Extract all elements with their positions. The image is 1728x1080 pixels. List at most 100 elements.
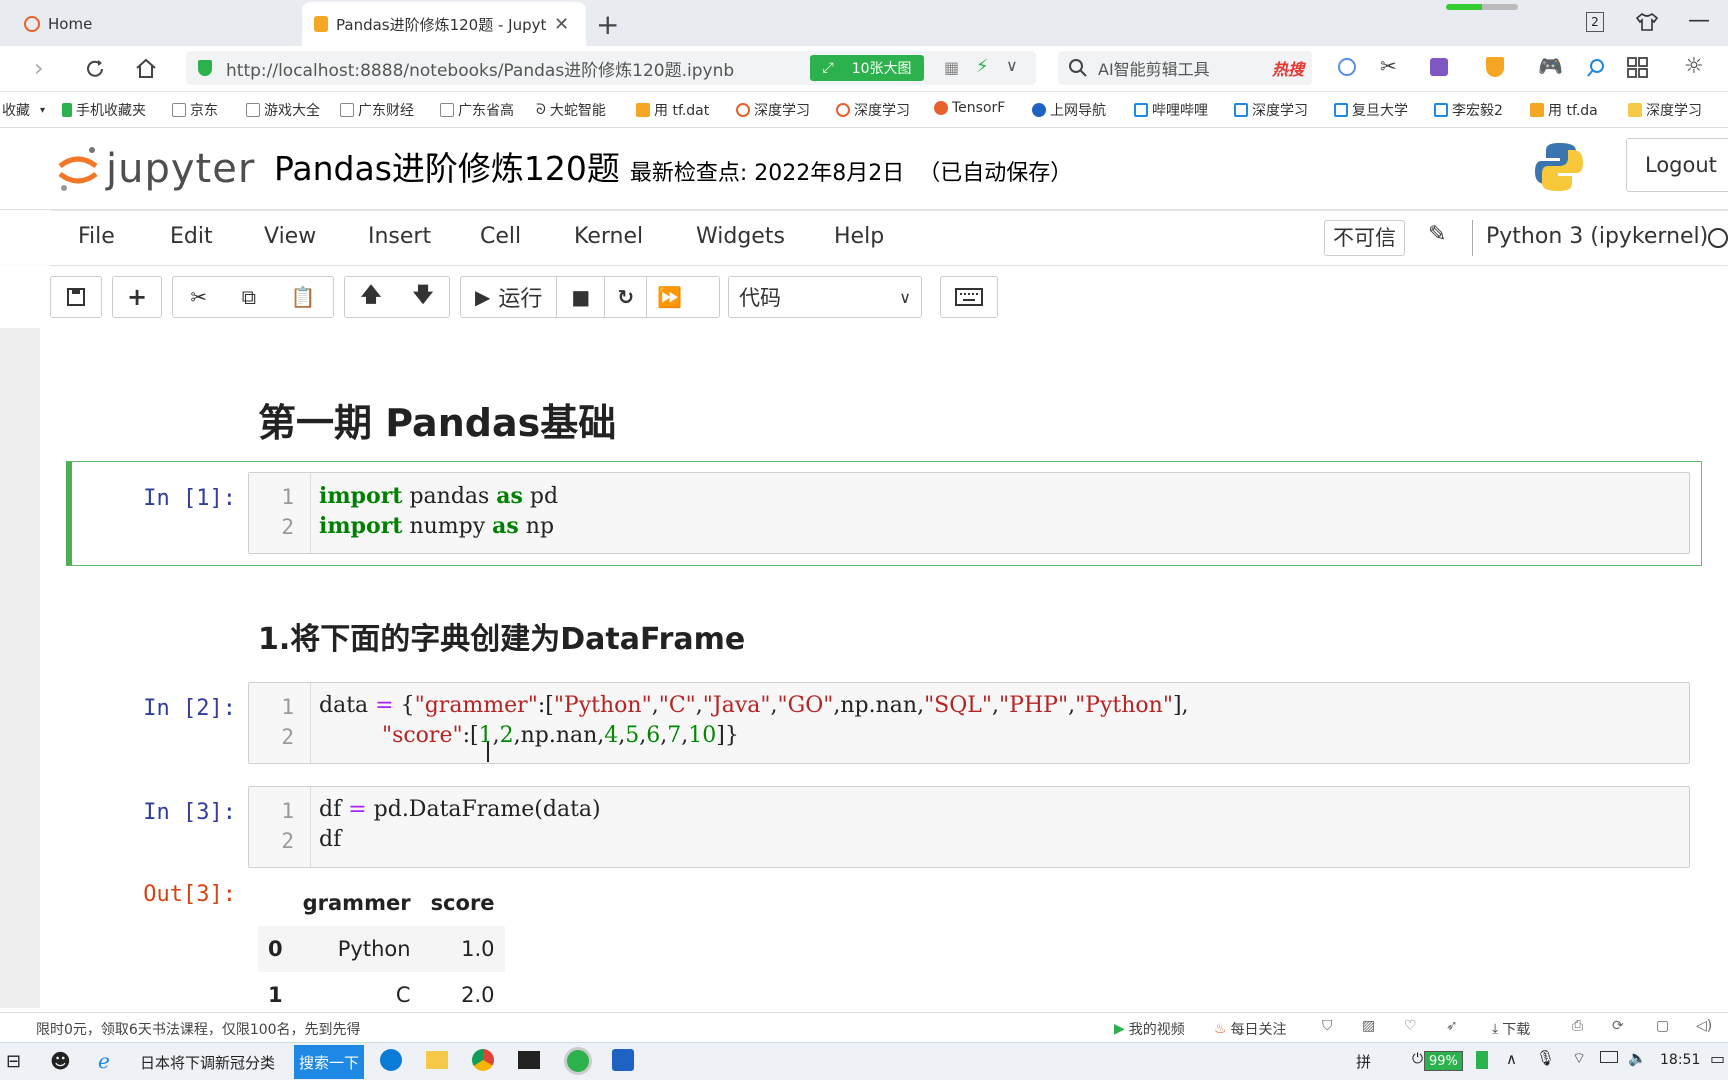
bookmark-item[interactable]: 上网导航 (1032, 100, 1106, 120)
ie-icon[interactable]: ℯ (98, 1049, 110, 1073)
bookmark-item[interactable]: 深度学习 (736, 100, 810, 120)
clock[interactable]: 18:51 (1660, 1052, 1700, 1068)
menu-insert[interactable]: Insert (368, 224, 431, 249)
menu-widgets[interactable]: Widgets (696, 224, 785, 249)
folder-icon[interactable] (426, 1051, 448, 1069)
zoom-icon[interactable] (1586, 58, 1606, 78)
circle-minus-icon[interactable] (1338, 58, 1356, 76)
save-button[interactable] (50, 276, 102, 318)
home-icon[interactable] (134, 57, 158, 79)
trust-indicator[interactable]: 不可信 (1324, 220, 1405, 256)
close-icon[interactable]: ✕ (554, 14, 569, 35)
notebook-title[interactable]: Pandas进阶修炼120题 (274, 142, 620, 190)
menu-kernel[interactable]: Kernel (574, 224, 643, 249)
chevron-up-icon[interactable]: ∧ (1506, 1050, 1517, 1068)
sun-icon[interactable]: ☼ (1684, 54, 1704, 79)
jupyter-logo[interactable]: jupyter (56, 144, 255, 194)
print-icon[interactable]: ⎙ (1572, 1018, 1583, 1034)
menu-file[interactable]: File (78, 224, 115, 249)
edge-icon[interactable] (380, 1049, 402, 1071)
code-editor[interactable]: 1 2 import pandas as pd import numpy as … (248, 472, 1690, 554)
cell-type-select[interactable]: 代码 ∨ (728, 276, 922, 318)
bookmark-item[interactable]: 深度学习 (836, 100, 910, 120)
sync-icon[interactable]: ⟳ (1612, 1018, 1624, 1034)
image-icon[interactable]: ▨ (1362, 1018, 1375, 1034)
menu-edit[interactable]: Edit (170, 224, 213, 249)
cut-icon[interactable]: ✂ (190, 285, 207, 309)
arrow-down-icon[interactable]: 🡇 (413, 280, 434, 314)
big-image-badge[interactable]: ⤢ 10张大图 (810, 55, 924, 81)
notification-icon[interactable]: ▭ (1710, 1049, 1725, 1068)
arrow-up-icon[interactable]: 🡅 (361, 280, 382, 314)
bookmark-item[interactable]: TensorF (934, 100, 1005, 116)
bookmark-item[interactable]: ᘐ 大蛇智能 (536, 100, 606, 120)
bookmark-item[interactable]: 用 tf.dat (636, 100, 709, 120)
forward-icon[interactable]: › (34, 54, 44, 82)
kernel-name[interactable]: Python 3 (ipykernel) (1486, 224, 1708, 249)
stop-icon[interactable]: ■ (557, 277, 606, 317)
shirt-icon[interactable] (1636, 12, 1658, 32)
picture-app-icon[interactable] (612, 1049, 634, 1071)
volume-icon[interactable]: 🔈 (1628, 1049, 1647, 1067)
terminal-icon[interactable] (518, 1051, 540, 1069)
menu-help[interactable]: Help (834, 224, 884, 249)
rocket-icon[interactable]: ➶ (1446, 1018, 1458, 1034)
sound-icon[interactable]: ◁) (1696, 1018, 1712, 1034)
shield-icon[interactable] (1486, 57, 1504, 77)
bookmark-item[interactable]: 京东 (172, 100, 218, 120)
task-view-icon[interactable]: ⊟ (6, 1051, 21, 1072)
bookmark-item[interactable]: 广东省高 (440, 100, 514, 120)
heart-icon[interactable]: ♡ (1404, 1018, 1417, 1034)
new-tab-button[interactable]: + (596, 8, 619, 41)
bookmark-item[interactable]: 哔哩哔哩 (1134, 100, 1208, 120)
chrome-icon[interactable] (472, 1049, 494, 1071)
minimize-icon[interactable]: — (1688, 8, 1710, 33)
app-icon[interactable]: ☻ (50, 1049, 71, 1073)
tray-icon[interactable] (1476, 1051, 1488, 1069)
news-text[interactable]: 日本将下调新冠分类 (140, 1052, 275, 1073)
code-editor[interactable]: 1 2 data = {"grammer":["Python","C","Jav… (248, 682, 1690, 764)
keyboard-shortcuts-button[interactable] (940, 276, 998, 318)
reload-icon[interactable] (84, 58, 106, 80)
logout-button[interactable]: Logout (1626, 138, 1728, 192)
mic-icon[interactable]: 🎙 (1536, 1049, 1555, 1067)
lightning-icon[interactable]: ⚡ (976, 56, 989, 77)
ime-indicator[interactable]: 拼 (1356, 1051, 1371, 1072)
bookmark-item[interactable]: 深度学习 (1234, 100, 1308, 120)
battery-icon[interactable] (1600, 1051, 1618, 1063)
copy-icon[interactable]: ⧉ (242, 285, 256, 309)
game-icon[interactable]: 🎮 (1538, 54, 1563, 78)
fast-forward-icon[interactable]: ⏩ (647, 277, 692, 317)
tab-home[interactable]: Home (12, 2, 302, 46)
code-editor[interactable]: 1 2 df = pd.DataFrame(data) df (248, 786, 1690, 868)
bookmark-item[interactable]: 深度学习 (1628, 100, 1702, 120)
search-box[interactable]: AI智能剪辑工具 热搜 (1058, 51, 1312, 85)
menu-view[interactable]: View (264, 224, 316, 249)
search-button[interactable]: 搜索一下 (294, 1045, 364, 1079)
restart-icon[interactable]: ↻ (605, 277, 648, 317)
bookmark-item[interactable]: 游戏大全 (246, 100, 320, 120)
bookmark-item[interactable]: 用 tf.da (1530, 100, 1598, 120)
scissors-icon[interactable]: ✂ (1380, 54, 1397, 78)
tab-notebook[interactable]: Pandas进阶修炼120题 - Jupyte ✕ (302, 2, 586, 46)
qr-icon[interactable]: ▦ (944, 58, 959, 77)
pencil-icon[interactable]: ✎ (1428, 222, 1446, 247)
bookmark-item[interactable]: 复旦大学 (1334, 100, 1408, 120)
bookmark-item[interactable]: 广东财经 (340, 100, 414, 120)
window-count-badge[interactable]: 2 (1586, 12, 1604, 32)
chevron-down-icon[interactable]: ∨ (1006, 56, 1018, 75)
translate-icon[interactable] (1430, 58, 1448, 76)
grid-icon[interactable] (1626, 56, 1648, 78)
paste-icon[interactable]: 📋 (291, 285, 316, 309)
window-icon[interactable]: ▢ (1656, 1018, 1669, 1034)
run-button[interactable]: ▶ 运行 (461, 277, 558, 317)
battery-indicator[interactable]: 99% (1424, 1051, 1463, 1071)
menu-cell[interactable]: Cell (480, 224, 521, 249)
bookmark-item[interactable]: 李宏毅2 (1434, 100, 1503, 120)
bookmark-item[interactable]: 手机收藏夹 (62, 100, 146, 120)
download-button[interactable]: ⤓ 下载 (1492, 1019, 1530, 1039)
insert-cell-button[interactable]: + (112, 276, 162, 318)
daily-button[interactable]: ♨ 每日关注 (1214, 1019, 1287, 1039)
promo-text[interactable]: 限时0元，领取6天书法课程，仅限100名，先到先得 (36, 1019, 361, 1039)
bookmark-item[interactable]: 收藏 ▾ (2, 100, 45, 120)
